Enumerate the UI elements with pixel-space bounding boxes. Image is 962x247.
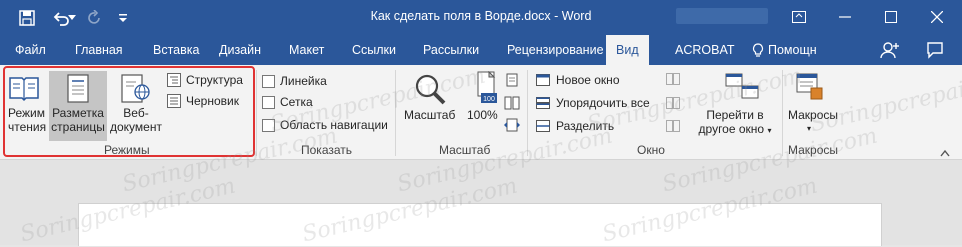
- ribbon-tabs: Файл Главная Вставка Дизайн Макет Ссылки…: [0, 35, 962, 65]
- tab-acrobat[interactable]: ACROBAT: [675, 35, 735, 65]
- switch-windows-dropdown-icon: ▾: [767, 126, 772, 135]
- maximize-icon[interactable]: [878, 6, 904, 28]
- gridlines-label: Сетка: [280, 95, 313, 109]
- tell-me-label: Помощн: [768, 43, 817, 57]
- tab-design[interactable]: Дизайн: [219, 35, 261, 65]
- group-divider: [782, 70, 783, 156]
- tab-insert[interactable]: Вставка: [153, 35, 199, 65]
- lightbulb-icon: [752, 43, 764, 57]
- document-page[interactable]: [78, 203, 882, 246]
- zoom-100-button[interactable]: 100%: [467, 108, 498, 122]
- tab-home[interactable]: Главная: [75, 35, 123, 65]
- tab-review[interactable]: Рецензирование: [507, 35, 604, 65]
- navigation-pane-checkbox[interactable]: [262, 119, 275, 132]
- tab-view[interactable]: Вид: [606, 35, 649, 65]
- navigation-pane-label: Область навигации: [280, 118, 388, 132]
- highlight-frame: [3, 66, 255, 157]
- account-name[interactable]: [676, 8, 768, 24]
- macros-icon[interactable]: [795, 72, 825, 105]
- gridlines-checkbox[interactable]: [262, 96, 275, 109]
- macros-dropdown-icon[interactable]: ▾: [807, 122, 811, 136]
- switch-windows-icon[interactable]: [724, 72, 760, 105]
- tab-mailings[interactable]: Рассылки: [423, 35, 479, 65]
- multiple-pages-icon[interactable]: [504, 96, 520, 113]
- tab-layout[interactable]: Макет: [289, 35, 324, 65]
- switch-windows-line2: другое окно ▾: [698, 122, 772, 136]
- comments-icon[interactable]: [926, 41, 944, 62]
- title-bar: Как сделать поля в Ворде.docx - Word: [0, 0, 962, 35]
- page-width-icon[interactable]: [504, 118, 520, 135]
- group-divider: [256, 70, 257, 156]
- split-label: Разделить: [556, 119, 615, 133]
- window-group-label: Окно: [637, 143, 665, 157]
- one-page-icon[interactable]: [506, 73, 518, 90]
- collapse-ribbon-icon[interactable]: [940, 146, 950, 160]
- close-icon[interactable]: [924, 6, 950, 28]
- split-icon: [536, 120, 550, 132]
- arrange-all-button[interactable]: Упорядочить все: [536, 96, 650, 110]
- synchronous-scrolling-icon[interactable]: [666, 97, 680, 112]
- reset-window-position-icon[interactable]: [666, 120, 680, 135]
- arrange-all-icon: [536, 97, 550, 109]
- macros-group-label: Макросы: [788, 143, 839, 157]
- zoom-group-label: Масштаб: [439, 143, 491, 157]
- view-side-by-side-icon[interactable]: [666, 73, 680, 88]
- tab-tell-me[interactable]: Помощн: [752, 35, 817, 65]
- window-title: Как сделать поля в Ворде.docx - Word: [370, 9, 592, 23]
- zoom-button[interactable]: Масштаб: [404, 108, 455, 122]
- switch-windows-button[interactable]: Перейти в другое окно ▾: [695, 108, 775, 138]
- ribbon-display-icon[interactable]: [786, 6, 812, 28]
- minimize-icon[interactable]: [832, 6, 858, 28]
- switch-windows-line1: Перейти в: [706, 108, 764, 122]
- show-group-label: Показать: [301, 143, 353, 157]
- group-divider: [527, 70, 528, 156]
- new-window-label: Новое окно: [556, 73, 620, 87]
- ruler-checkbox[interactable]: [262, 75, 275, 88]
- tab-references[interactable]: Ссылки: [352, 35, 396, 65]
- group-divider: [395, 70, 396, 156]
- ruler-label: Линейка: [280, 74, 327, 88]
- share-icon[interactable]: [880, 41, 900, 62]
- new-window-button[interactable]: Новое окно: [536, 73, 620, 87]
- new-window-icon: [536, 74, 550, 86]
- split-button[interactable]: Разделить: [536, 119, 614, 133]
- zoom-100-icon[interactable]: 100: [477, 70, 499, 108]
- arrange-all-label: Упорядочить все: [556, 96, 650, 110]
- zoom-icon[interactable]: [413, 72, 447, 109]
- macros-button[interactable]: Макросы: [788, 108, 838, 122]
- svg-text:100: 100: [483, 96, 495, 103]
- tab-file[interactable]: Файл: [15, 35, 46, 65]
